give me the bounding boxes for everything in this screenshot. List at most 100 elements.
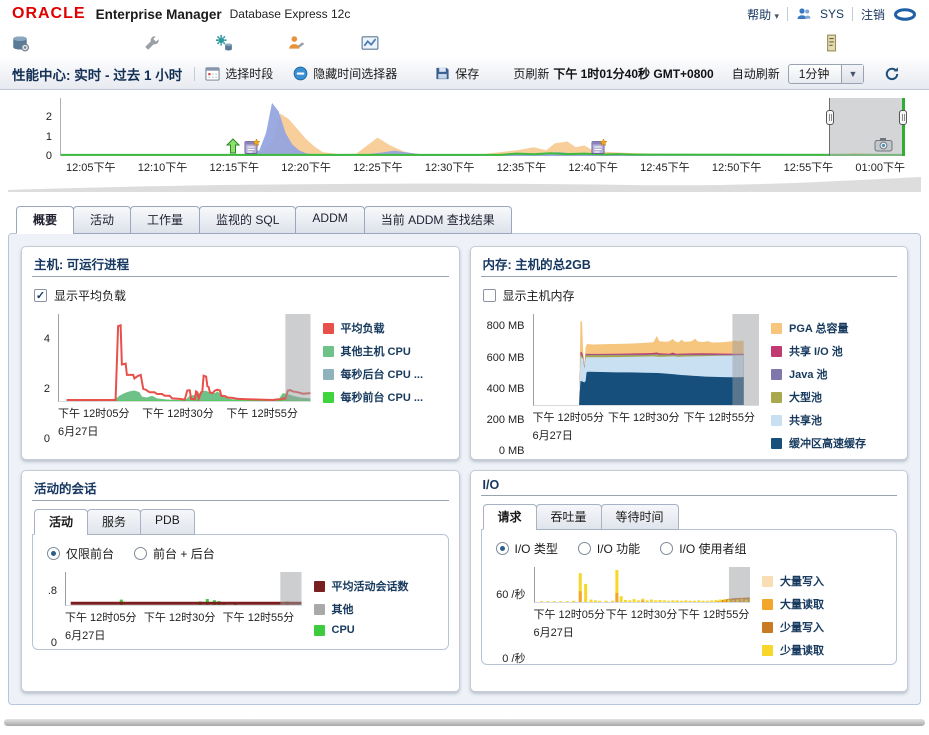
x-tick: 12:50下午 <box>711 162 762 174</box>
legend-item: 共享池 <box>771 412 897 428</box>
legend-item: CPU <box>313 624 440 636</box>
upgrade-marker-icon[interactable] <box>225 138 240 155</box>
help-menu[interactable]: 帮助 ▾ <box>747 6 779 23</box>
x-tick: 12:55下午 <box>783 162 834 174</box>
storage-icon[interactable] <box>214 33 234 53</box>
tab-workload[interactable]: 工作量 <box>130 206 201 234</box>
legend-item: 平均负载 <box>322 320 449 336</box>
legend-item: 大量读取 <box>762 596 888 612</box>
divider <box>786 7 788 21</box>
radio-io-function[interactable]: I/O 功能 <box>577 540 640 557</box>
database-home-icon[interactable] <box>10 33 30 53</box>
main-tabs: 概要 活动 工作量 监视的 SQL ADDM 当前 ADDM 查找结果 <box>16 206 929 234</box>
performance-icon[interactable] <box>360 33 380 53</box>
page-title: 性能中心: 实时 - 过去 1 小时 <box>12 67 183 83</box>
x-axis: 下午 12时05分 下午 12时30分 下午 12时55分 <box>65 612 295 624</box>
show-host-memory-checkbox[interactable]: 显示主机内存 <box>482 287 898 304</box>
x-tick: 12:20下午 <box>281 162 331 174</box>
selection-right-handle[interactable] <box>899 109 907 125</box>
radio-foreground-background[interactable]: 前台 + 后台 <box>134 545 215 562</box>
sessions-radio-group: 仅限前台 前台 + 后台 <box>47 545 440 562</box>
radio-icon[interactable] <box>134 547 148 560</box>
host-load-chart[interactable] <box>58 314 311 402</box>
x-tick: 12:40下午 <box>568 162 618 174</box>
legend-item: 其他 <box>313 601 440 617</box>
panel-title: I/O <box>482 478 500 492</box>
show-average-load-checkbox[interactable]: 显示平均负载 <box>34 287 449 304</box>
legend-item: 共享 I/O 池 <box>771 343 897 359</box>
legend-item: 大量写入 <box>762 573 888 589</box>
legend-item: 平均活动会话数 <box>313 578 440 594</box>
event-marker-icon[interactable] <box>591 138 608 155</box>
radio-io-consumer-group[interactable]: I/O 使用者组 <box>660 540 747 557</box>
page-refresh-label: 页刷新 <box>513 67 550 81</box>
window-bottom-edge <box>4 719 925 726</box>
select-period-button[interactable]: 选择时段 <box>205 65 273 82</box>
io-requests-chart[interactable] <box>533 567 750 603</box>
tab-addm[interactable]: ADDM <box>295 206 365 234</box>
selection-left-handle[interactable] <box>826 109 835 125</box>
event-marker-icon[interactable] <box>244 138 261 155</box>
timeline-y-axis: 210 <box>45 111 52 162</box>
tab-activity[interactable]: 活动 <box>73 206 132 234</box>
page-refresh-time: 下午 1时01分40秒 GMT+0800 <box>553 67 714 81</box>
divider <box>851 7 853 21</box>
subtab-requests[interactable]: 请求 <box>482 504 537 530</box>
checkbox-icon[interactable] <box>482 289 496 302</box>
refresh-icon <box>886 66 899 80</box>
memory-chart[interactable] <box>532 314 759 406</box>
refresh-interval-select[interactable]: 1分钟 ▼ <box>787 63 865 84</box>
save-icon <box>436 67 449 80</box>
tab-overview[interactable]: 概要 <box>16 206 75 234</box>
radio-foreground-only[interactable]: 仅限前台 <box>47 545 114 562</box>
minus-circle-icon <box>293 66 308 81</box>
auto-refresh-label: 自动刷新 <box>731 67 780 81</box>
timeline-chart[interactable] <box>61 98 905 156</box>
chevron-down-icon[interactable]: ▼ <box>841 64 864 83</box>
subtab-pdb[interactable]: PDB <box>140 509 195 535</box>
radio-icon[interactable] <box>47 547 60 560</box>
divider <box>194 66 196 81</box>
x-tick: 12:15下午 <box>209 162 260 174</box>
x-axis: 下午 12时05分 下午 12时30分 下午 12时55分 <box>533 609 750 621</box>
subtab-services[interactable]: 服务 <box>87 509 142 535</box>
legend-item: Java 池 <box>771 366 897 382</box>
hide-time-selector-button[interactable]: 隐藏时间选择器 <box>293 65 397 82</box>
legend-item: 每秒前台 CPU ... <box>322 389 449 405</box>
radio-icon[interactable] <box>660 542 674 555</box>
refresh-button[interactable] <box>884 66 900 82</box>
x-axis: 下午 12时05分 下午 12时30分 下午 12时55分 <box>58 408 298 420</box>
subtab-activity[interactable]: 活动 <box>34 509 89 535</box>
x-tick: 12:45下午 <box>640 162 690 174</box>
panel-title: 主机: 可运行进程 <box>34 258 130 272</box>
legend: 平均负载 其他主机 CPU 每秒后台 CPU ... 每秒前台 CPU ... <box>311 314 449 439</box>
y-axis: 800 MB 600 MB 400 MB 200 MB 0 MB <box>486 320 525 457</box>
radio-io-type[interactable]: I/O 类型 <box>495 540 558 557</box>
tab-monitored-sql[interactable]: 监视的 SQL <box>199 206 297 234</box>
oracle-ring-icon <box>893 7 917 21</box>
icon-toolbar <box>0 28 929 58</box>
checkbox-icon[interactable] <box>34 289 47 302</box>
security-icon[interactable] <box>286 33 306 53</box>
panel-io: I/O 请求 吞吐量 等待时间 I/O 类型 I/O 功能 I/O 使用者组 6… <box>469 470 908 692</box>
legend-item: 少量写入 <box>762 619 888 635</box>
save-button[interactable]: 保存 <box>435 65 479 82</box>
tab-addm-findings[interactable]: 当前 ADDM 查找结果 <box>363 206 512 234</box>
x-tick: 12:10下午 <box>137 162 188 174</box>
subtab-latency[interactable]: 等待时间 <box>600 504 679 530</box>
radio-icon[interactable] <box>495 542 509 555</box>
time-selector-window[interactable] <box>826 98 907 156</box>
x-axis-date: 6月27日 <box>58 426 99 438</box>
current-user[interactable]: SYS <box>820 7 844 21</box>
legend-item: 少量读取 <box>762 642 888 658</box>
y-axis: 60 /秒 0 /秒 <box>496 588 526 665</box>
io-subtabs: 请求 吞吐量 等待时间 <box>482 504 898 530</box>
logout-link[interactable]: 注销 <box>861 6 885 23</box>
configuration-icon[interactable] <box>142 33 162 53</box>
subtab-throughput[interactable]: 吞吐量 <box>535 504 602 530</box>
legend: PGA 总容量 共享 I/O 池 Java 池 大型池 共享池 缓冲区高速缓存 <box>759 314 897 451</box>
radio-icon[interactable] <box>577 542 591 555</box>
messages-log-icon[interactable] <box>821 33 841 53</box>
panel-title: 内存: 主机的总2GB <box>482 258 591 272</box>
active-sessions-chart[interactable] <box>65 572 302 606</box>
